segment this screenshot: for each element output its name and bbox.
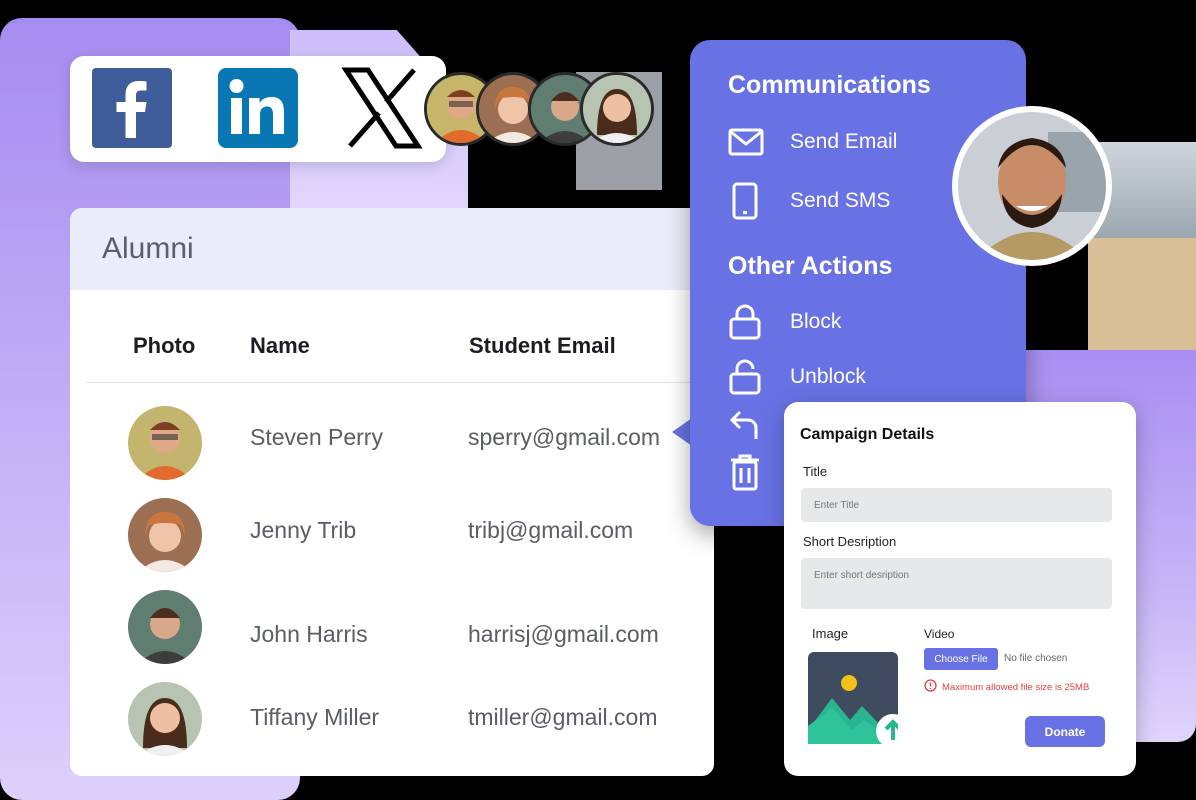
- donate-button[interactable]: Donate: [1025, 716, 1105, 747]
- phone-icon: [728, 182, 768, 220]
- menu-item-block[interactable]: Block: [728, 304, 841, 340]
- row-avatar: [128, 406, 202, 480]
- alumni-header: Alumni: [70, 208, 714, 290]
- error-text: Maximum allowed file size is 25MB: [942, 681, 1090, 693]
- row-name: Jenny Trib: [250, 517, 357, 543]
- lock-icon: [728, 304, 768, 340]
- menu-item-send-email[interactable]: Send Email: [728, 124, 897, 160]
- background-photo-strip: [1088, 238, 1196, 350]
- row-name: Steven Perry: [250, 424, 383, 450]
- avatar-group: [424, 72, 654, 146]
- title-label: Title: [803, 464, 828, 479]
- file-size-error: Maximum allowed file size is 25MB: [924, 679, 1089, 695]
- menu-item-reply[interactable]: [728, 407, 768, 443]
- table-divider: [86, 382, 714, 383]
- avatar: [580, 72, 654, 146]
- menu-item-unblock[interactable]: Unblock: [728, 359, 866, 395]
- column-header-email: Student Email: [469, 333, 616, 358]
- menu-item-label: Send SMS: [790, 189, 891, 212]
- menu-item-send-sms[interactable]: Send SMS: [728, 182, 890, 220]
- linkedin-icon[interactable]: [218, 68, 298, 148]
- campaign-details-card: Campaign Details Title Short Desription …: [784, 402, 1136, 776]
- menu-item-label: Unblock: [790, 365, 866, 388]
- reply-arrow-icon: [728, 407, 768, 443]
- x-icon[interactable]: [340, 66, 424, 150]
- menu-heading-other-actions: Other Actions: [728, 252, 893, 280]
- row-email[interactable]: sperry@gmail.com: [468, 424, 660, 451]
- trash-icon: [728, 454, 768, 491]
- column-header-name: Name: [250, 333, 310, 358]
- campaign-heading: Campaign Details: [800, 426, 935, 443]
- profile-photo: [958, 112, 1106, 260]
- title-input[interactable]: [801, 488, 1112, 522]
- unlock-icon: [728, 359, 768, 395]
- alert-circle-icon: [924, 679, 937, 695]
- menu-pointer: [672, 418, 692, 446]
- description-label: Short Desription: [803, 534, 897, 549]
- row-email[interactable]: harrisj@gmail.com: [468, 621, 659, 648]
- row-name: John Harris: [250, 621, 368, 647]
- row-avatar: [128, 498, 202, 572]
- column-header-photo: Photo: [133, 333, 196, 358]
- facebook-icon[interactable]: [92, 68, 172, 148]
- mail-icon: [728, 124, 768, 160]
- video-label: Video: [924, 627, 955, 641]
- row-avatar: [128, 682, 202, 756]
- row-email[interactable]: tribj@gmail.com: [468, 517, 633, 544]
- row-name: Tiffany Miller: [250, 704, 380, 730]
- file-status: No file chosen: [1004, 653, 1068, 664]
- menu-item-label: Send Email: [790, 130, 898, 153]
- menu-item-delete[interactable]: [728, 454, 768, 491]
- image-label: Image: [812, 626, 849, 641]
- description-input[interactable]: [801, 558, 1112, 609]
- row-email[interactable]: tmiller@gmail.com: [468, 704, 657, 731]
- row-avatar: [128, 590, 202, 664]
- menu-item-label: Block: [790, 310, 842, 333]
- menu-heading-communications: Communications: [728, 71, 931, 99]
- alumni-table-card: Alumni Photo Name Student Email Steven P…: [70, 208, 714, 776]
- page-title: Alumni: [102, 232, 194, 265]
- image-upload[interactable]: [808, 652, 910, 748]
- choose-file-button[interactable]: Choose File: [924, 648, 998, 670]
